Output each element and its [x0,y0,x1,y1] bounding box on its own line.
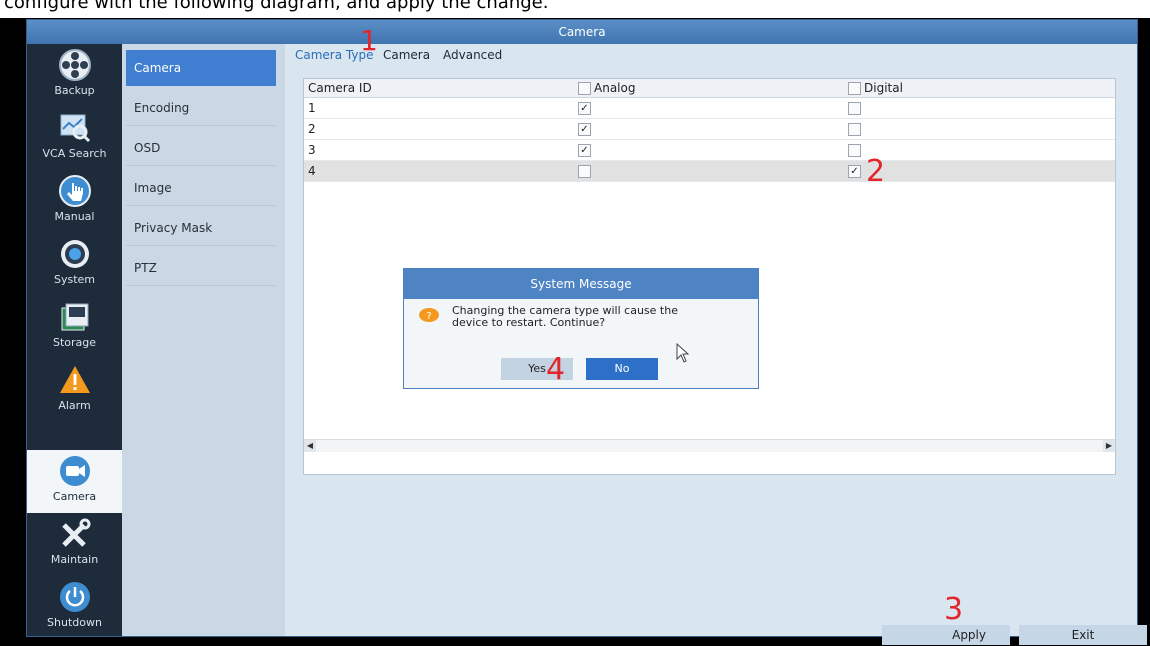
vca-search-icon [60,114,90,143]
tab-camera[interactable]: Camera [383,48,430,62]
submenu-item-image[interactable]: Image [126,170,276,206]
dialog-message: Changing the camera type will cause the … [452,305,712,329]
column-header-analog: Analog [594,81,636,95]
table-row[interactable]: 1 ✓ [304,98,1115,119]
digital-checkbox-checked[interactable]: ✓ [848,165,861,178]
sidebar-item-system[interactable]: System [27,233,122,296]
table-header: Camera ID Analog Digital [304,79,1115,98]
annotation-step-1: 1 [360,24,378,57]
sidebar-label-backup: Backup [54,84,95,97]
svg-text:?: ? [426,311,431,322]
analog-checkbox-checked[interactable]: ✓ [578,123,591,136]
sidebar-label-vca-search: VCA Search [42,147,107,160]
annotation-step-4: 4 [546,352,566,387]
camera-id-cell: 3 [308,143,316,157]
camera-icon [59,456,90,486]
caption-strip: configure with the following diagram, an… [0,0,1150,18]
no-button[interactable]: No [586,358,658,380]
caption-text: configure with the following diagram, an… [4,0,549,13]
analog-checkbox-checked[interactable]: ✓ [578,144,591,157]
alarm-warning-icon [59,366,90,393]
camera-id-cell: 2 [308,122,316,136]
analog-checkbox[interactable] [578,165,591,178]
dialog-title: System Message [404,269,758,299]
tab-advanced[interactable]: Advanced [443,48,502,62]
submenu-item-ptz[interactable]: PTZ [126,250,276,286]
dialog-message-line2: device to restart. Continue? [452,316,606,329]
question-icon: ? [419,308,439,322]
submenu-item-osd[interactable]: OSD [126,130,276,166]
sidebar-item-manual[interactable]: Manual [27,170,122,233]
submenu-item-privacy-mask[interactable]: Privacy Mask [126,210,276,246]
sidebar-label-maintain: Maintain [50,553,99,566]
annotation-step-3: 3 [944,592,964,627]
manual-hand-icon [58,175,91,207]
horizontal-scrollbar[interactable]: ◀ ▶ [304,439,1115,452]
camera-id-cell: 4 [308,164,316,178]
sidebar-label-alarm: Alarm [58,399,91,412]
camera-submenu: Camera Encoding OSD Image Privacy Mask P… [122,44,285,636]
sidebar-label-shutdown: Shutdown [47,616,102,629]
camera-id-cell: 1 [308,101,316,115]
mouse-cursor-icon [676,343,690,363]
digital-checkbox[interactable] [848,102,861,115]
system-gear-icon [60,240,89,268]
system-message-dialog: System Message ? Changing the camera typ… [403,268,759,389]
sidebar-item-backup[interactable]: Backup [27,44,122,107]
sidebar-item-shutdown[interactable]: Shutdown [27,576,122,639]
backup-reel-icon [58,49,91,81]
apply-label: Apply [952,628,986,642]
window-title: Camera [27,20,1137,44]
analog-checkbox-checked[interactable]: ✓ [578,102,591,115]
sidebar-item-storage[interactable]: Storage [27,296,122,359]
scroll-left-arrow-icon[interactable]: ◀ [304,440,316,452]
table-row[interactable]: 3 ✓ [304,140,1115,161]
annotation-step-2: 2 [866,154,886,189]
submenu-item-encoding[interactable]: Encoding [126,90,276,126]
sidebar-item-maintain[interactable]: Maintain [27,513,122,576]
storage-icon [61,303,88,331]
column-header-digital: Digital [864,81,903,95]
power-icon [59,582,90,612]
maintain-tools-icon [61,518,90,547]
sidebar-label-system: System [53,273,96,286]
table-row-selected[interactable]: 4 ✓ [304,161,1115,182]
analog-select-all-checkbox[interactable] [578,82,591,95]
submenu-item-camera[interactable]: Camera [126,50,276,86]
digital-checkbox[interactable] [848,144,861,157]
exit-button[interactable]: Exit [1019,625,1147,645]
sidebar-item-vca-search[interactable]: VCA Search [27,107,122,170]
sidebar-label-camera: Camera [52,490,97,503]
digital-checkbox[interactable] [848,123,861,136]
apply-button[interactable]: Apply [882,625,1010,645]
table-row[interactable]: 2 ✓ [304,119,1115,140]
digital-select-all-checkbox[interactable] [848,82,861,95]
sidebar-label-storage: Storage [52,336,97,349]
sidebar-item-alarm[interactable]: Alarm [27,359,122,422]
scroll-right-arrow-icon[interactable]: ▶ [1103,440,1115,452]
sidebar-item-camera[interactable]: Camera [27,450,122,513]
main-sidebar: Backup VCA Search Manual System Storage … [27,44,122,636]
column-header-camera-id: Camera ID [308,81,372,95]
sidebar-label-manual: Manual [54,210,95,223]
